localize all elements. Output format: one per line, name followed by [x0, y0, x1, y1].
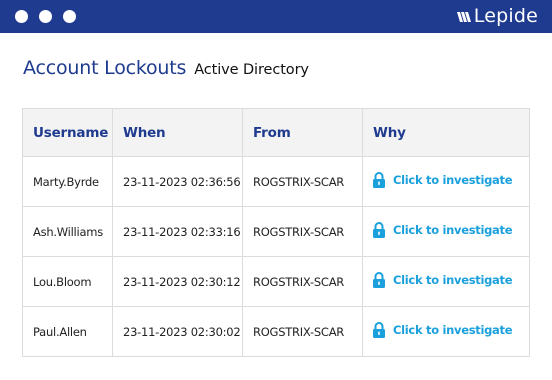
lock-icon: [373, 322, 385, 338]
column-header-from: From: [242, 108, 363, 157]
username-cell: Ash.Williams: [22, 206, 113, 257]
table-row: Paul.Allen 23-11-2023 02:30:02 ROGSTRIX-…: [22, 306, 530, 357]
page-subtitle: Active Directory: [194, 62, 309, 78]
lock-icon: [373, 272, 385, 288]
lock-icon: [373, 222, 385, 238]
why-cell: Click to investigate: [362, 206, 530, 257]
window-dot-2[interactable]: [39, 10, 52, 23]
investigate-label: Click to investigate: [393, 173, 513, 187]
window-dot-1[interactable]: [15, 10, 28, 23]
column-header-username: Username: [22, 108, 113, 157]
when-cell: 23-11-2023 02:30:02: [112, 306, 243, 357]
why-cell: Click to investigate: [362, 256, 530, 307]
table-row: Ash.Williams 23-11-2023 02:33:16 ROGSTRI…: [22, 206, 530, 257]
username-cell: Paul.Allen: [22, 306, 113, 357]
investigate-link[interactable]: Click to investigate: [372, 272, 513, 288]
username-cell: Marty.Byrde: [22, 156, 113, 207]
table-row: Lou.Bloom 23-11-2023 02:30:12 ROGSTRIX-S…: [22, 256, 530, 307]
investigate-label: Click to investigate: [393, 223, 513, 237]
brand-name: Lepide: [473, 5, 538, 27]
investigate-link[interactable]: Click to investigate: [372, 222, 513, 238]
table-header-row: Username When From Why: [22, 108, 530, 157]
lepide-logo-mark-icon: [456, 11, 471, 22]
when-cell: 23-11-2023 02:36:56: [112, 156, 243, 207]
lockouts-table: Username When From Why Marty.Byrde 23-11…: [22, 108, 530, 357]
from-cell: ROGSTRIX-SCAR: [242, 256, 363, 307]
investigate-label: Click to investigate: [393, 273, 513, 287]
why-cell: Click to investigate: [362, 306, 530, 357]
title-bar: Lepide: [0, 0, 552, 33]
page-title: Account Lockouts: [23, 57, 187, 79]
column-header-when: When: [112, 108, 243, 157]
when-cell: 23-11-2023 02:30:12: [112, 256, 243, 307]
table-row: Marty.Byrde 23-11-2023 02:36:56 ROGSTRIX…: [22, 156, 530, 207]
when-cell: 23-11-2023 02:33:16: [112, 206, 243, 257]
from-cell: ROGSTRIX-SCAR: [242, 206, 363, 257]
from-cell: ROGSTRIX-SCAR: [242, 306, 363, 357]
brand-logo: Lepide: [456, 5, 538, 28]
column-header-why: Why: [362, 108, 530, 157]
from-cell: ROGSTRIX-SCAR: [242, 156, 363, 207]
investigate-link[interactable]: Click to investigate: [372, 322, 513, 338]
page-heading: Account Lockouts Active Directory: [23, 57, 309, 79]
window-dot-3[interactable]: [63, 10, 76, 23]
why-cell: Click to investigate: [362, 156, 530, 207]
lock-icon: [373, 172, 385, 188]
investigate-link[interactable]: Click to investigate: [372, 172, 513, 188]
investigate-label: Click to investigate: [393, 323, 513, 337]
username-cell: Lou.Bloom: [22, 256, 113, 307]
